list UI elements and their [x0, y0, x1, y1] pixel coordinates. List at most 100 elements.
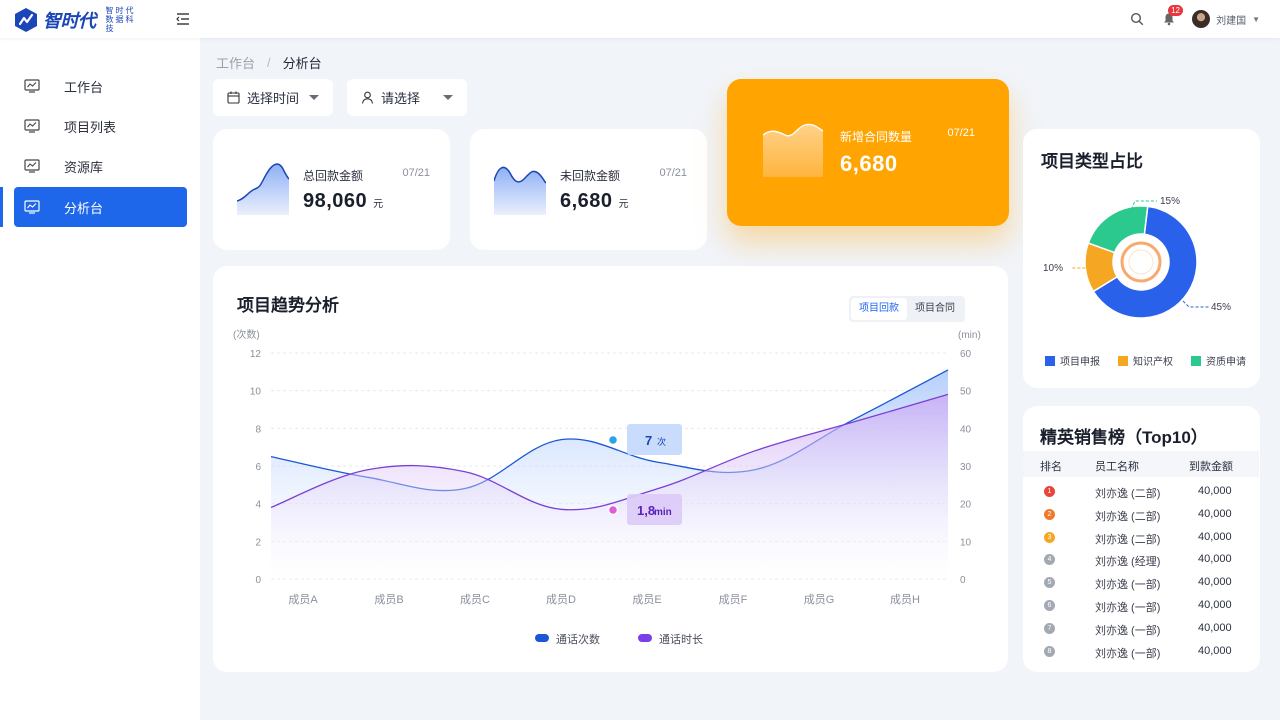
sidebar: 工作台 项目列表 资源库 分析台: [0, 38, 200, 720]
active-indicator: [0, 187, 3, 227]
app-logo[interactable]: 智时代 智时代数据科技: [14, 6, 140, 33]
payment-amount: 40,000: [1198, 576, 1232, 589]
breadcrumb: 工作台 / 分析台: [216, 53, 322, 72]
monitor-chart-icon: [24, 159, 40, 173]
header-amount: 到款金额: [1189, 461, 1233, 473]
y-right-tick-label: 0: [960, 575, 966, 586]
stat-value: 6,680: [840, 151, 898, 176]
payment-amount: 40,000: [1198, 599, 1232, 611]
payment-amount: 40,000: [1198, 621, 1232, 634]
rank-badge: 5: [1044, 577, 1055, 589]
time-select[interactable]: 选择时间: [213, 79, 333, 116]
legend-item-qualification[interactable]: 资质申请: [1191, 353, 1246, 368]
user-name[interactable]: 刘建国: [1216, 12, 1246, 27]
stat-unit: 元: [618, 199, 630, 210]
x-tick-label: 成员B: [374, 593, 403, 606]
y-left-tick-label: 4: [255, 500, 261, 511]
sidebar-item-label: 工作台: [64, 79, 104, 95]
table-row[interactable]: 3 刘亦逸 (二部) 40,000: [1023, 527, 1259, 550]
breadcrumb-current: 分析台: [282, 56, 322, 71]
monitor-chart-icon: [24, 200, 40, 214]
y-left-tick-label: 6: [255, 462, 261, 473]
x-tick-label: 成员C: [460, 593, 490, 606]
legend-swatch: [1045, 355, 1055, 366]
pie-percent-label: 45%: [1211, 302, 1231, 313]
stat-card-total: 总回款金额 07/21 98,060 元: [213, 129, 450, 250]
stat-date: 07/21: [659, 167, 687, 179]
legend-swatch: [638, 634, 652, 642]
stat-card-contracts: 新增合同数量 07/21 6,680: [727, 79, 1009, 226]
menu-collapse-icon[interactable]: [175, 11, 191, 27]
tab-project-contract[interactable]: 项目合同: [907, 298, 963, 320]
data-label-unit: min: [654, 507, 672, 518]
tab-project-payment[interactable]: 项目回款: [851, 298, 907, 320]
avatar[interactable]: [1192, 10, 1211, 28]
stat-label: 未回款金额: [560, 169, 621, 183]
legend-item-project[interactable]: 项目申报: [1045, 353, 1100, 368]
data-point-marker: [607, 504, 619, 516]
employee-name: 刘亦逸 (一部): [1095, 647, 1161, 660]
table-row[interactable]: 5 刘亦逸 (一部) 40,000: [1023, 572, 1259, 595]
employee-name: 刘亦逸 (二部): [1095, 510, 1161, 523]
y-left-tick-label: 12: [250, 349, 262, 360]
notification-button[interactable]: 12: [1162, 5, 1183, 26]
rank-badge: 1: [1044, 486, 1055, 497]
table-row[interactable]: 8 刘亦逸 (一部) 40,000: [1023, 641, 1259, 664]
rank-badge: 7: [1044, 622, 1055, 634]
y-right-tick-label: 50: [960, 387, 972, 398]
ranking-card: 精英销售榜（Top10） 排名 员工名称 到款金额 1 刘亦逸 (二部) 40,00…: [1023, 406, 1260, 672]
chevron-down-icon[interactable]: ▼: [1252, 15, 1260, 24]
legend-item-ip[interactable]: 知识产权: [1118, 353, 1173, 368]
table-row[interactable]: 4 刘亦逸 (经理) 40,000: [1023, 549, 1259, 572]
table-row[interactable]: 7 刘亦逸 (一部) 40,000: [1023, 618, 1259, 641]
x-tick-label: 成员F: [719, 593, 748, 606]
chart-title: 项目趋势分析: [237, 296, 339, 315]
y-right-tick-label: 30: [960, 462, 972, 473]
header-rank: 排名: [1040, 461, 1062, 473]
employee-name: 刘亦逸 (二部): [1095, 488, 1161, 500]
employee-name: 刘亦逸 (一部): [1095, 602, 1161, 614]
y-left-tick-label: 0: [255, 575, 261, 586]
rank-badge: 4: [1044, 554, 1055, 566]
data-point-marker: [607, 434, 619, 446]
x-tick-label: 成员A: [288, 593, 318, 606]
legend-label: 通话时长: [659, 633, 703, 646]
payment-amount: 40,000: [1198, 507, 1232, 520]
table-row[interactable]: 1 刘亦逸 (二部) 40,000: [1023, 481, 1259, 504]
trend-chart: 0 0 2 10 4 20 6 30 8 40 10 50 12 60 (次数) (min) 成员A 成员B 成员C…: [233, 328, 981, 646]
legend-label: 项目申报: [1060, 357, 1100, 368]
y-left-axis-label: (次数): [233, 328, 260, 341]
person-select[interactable]: 请选择: [347, 79, 467, 116]
x-tick-label: 成员H: [890, 593, 920, 606]
stat-date: 07/21: [947, 127, 975, 139]
breadcrumb-parent[interactable]: 工作台: [216, 53, 255, 72]
sidebar-item-label: 项目列表: [64, 119, 117, 135]
notification-badge: 12: [1168, 5, 1183, 16]
rank-badge: 3: [1044, 531, 1055, 543]
sidebar-item-analytics[interactable]: 分析台: [14, 187, 187, 227]
sparkline-icon: [237, 163, 289, 215]
table-row[interactable]: 6 刘亦逸 (一部) 40,000: [1023, 595, 1259, 618]
pie-leader-line: [1182, 300, 1209, 308]
caret-down-icon: [443, 95, 453, 100]
pie-inner-ring: [1128, 249, 1154, 275]
monitor-chart-icon: [24, 119, 40, 133]
y-right-tick-label: 40: [960, 424, 972, 435]
sparkline-icon: [494, 166, 546, 215]
ranking-header: 排名 员工名称 到款金额: [1023, 451, 1259, 477]
sidebar-item-projects[interactable]: 项目列表: [14, 106, 187, 146]
data-label: 7: [645, 433, 652, 448]
calendar-icon: [227, 91, 240, 104]
person-select-label: 请选择: [381, 91, 421, 106]
logo-subtitle: 智时代数据科技: [105, 6, 136, 33]
logo-hexagon-icon: [15, 7, 37, 32]
table-row[interactable]: 2 刘亦逸 (二部) 40,000: [1023, 504, 1259, 527]
sidebar-item-resources[interactable]: 资源库: [14, 146, 187, 186]
payment-amount: 40,000: [1198, 530, 1232, 543]
pie-chart: 45% 10% 15%: [1043, 196, 1231, 319]
sidebar-item-workbench[interactable]: 工作台: [14, 66, 187, 106]
user-icon: [361, 91, 374, 104]
payment-amount: 40,000: [1198, 553, 1232, 566]
search-icon[interactable]: [1130, 12, 1144, 26]
legend-label: 通话次数: [556, 632, 600, 646]
